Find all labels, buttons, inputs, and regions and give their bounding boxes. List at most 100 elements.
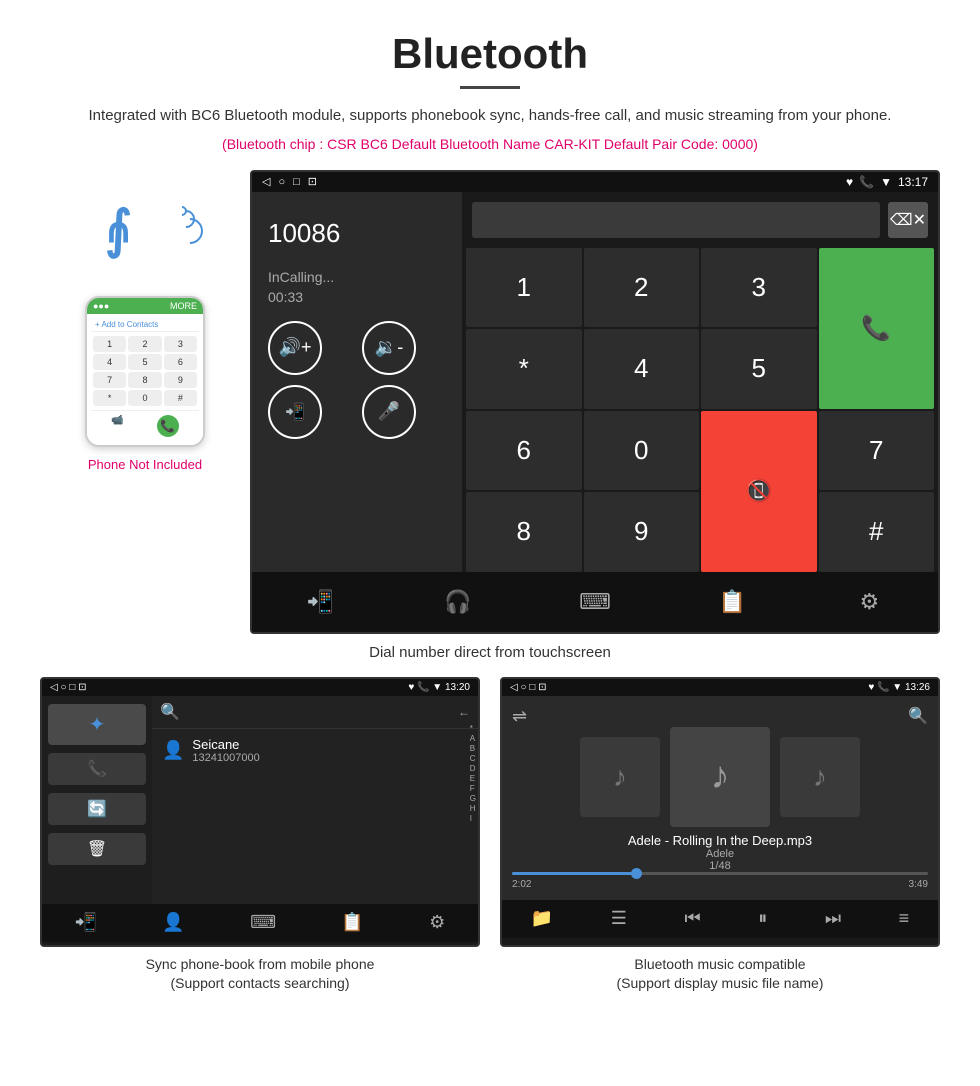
backspace-button[interactable]: ⌫✕ (888, 202, 928, 238)
music-albums: ♪ ♪ ♪ (580, 727, 860, 827)
music-bottom-bar: 📁 ☰ ⏮ ⏸ ⏭ ≡ (502, 900, 938, 938)
key-hash: # (164, 390, 197, 406)
keypad-key-3[interactable]: 3 (701, 248, 817, 328)
microphone-button[interactable]: 🎤 (362, 385, 416, 439)
key-8: 8 (128, 372, 161, 388)
music-note-prev: ♪ (613, 761, 627, 793)
pb-body: ✦ 📞 🔄 🗑 🔍 ← 👤 (42, 696, 478, 904)
bluetooth-sidebar-icon[interactable]: ✦ (48, 704, 146, 745)
pb-content: 🔍 ← 👤 Seicane 13241007000 (152, 696, 478, 904)
pb-settings-icon[interactable]: ⚙ (429, 912, 445, 933)
phone-menu-label: ●●● (93, 301, 109, 311)
pb-search-row: 🔍 ← (152, 696, 478, 729)
transfer-button[interactable]: 📲 (268, 385, 322, 439)
keypad-key-1[interactable]: 1 (466, 248, 582, 328)
call-screen-caption: Dial number direct from touchscreen (40, 644, 940, 661)
call-input-row: ⌫✕ (462, 192, 938, 248)
phone-call-button[interactable]: 📞 (157, 415, 179, 437)
pb-apps-icon[interactable]: ⌨ (250, 912, 276, 933)
pb-call-icon[interactable]: 📲 (75, 912, 97, 933)
music-time-total: 3:49 (909, 879, 928, 890)
music-status-right: ♥ 📞 ▼ 13:26 (868, 682, 930, 693)
music-title-area: Adele - Rolling In the Deep.mp3 Adele 1/… (628, 833, 812, 872)
shuffle-icon[interactable]: ⇌ (512, 706, 527, 727)
keypad-key-4[interactable]: 4 (584, 329, 700, 409)
music-eq-icon[interactable]: ≡ (899, 908, 910, 929)
keypad-key-6[interactable]: 6 (466, 411, 582, 491)
call-input-field[interactable] (472, 202, 880, 238)
call-controls: 🔊+ 🔉- 📲 🎤 (268, 321, 446, 439)
pb-bottom-bar: 📲 👤 ⌨ 📋 ⚙ (42, 904, 478, 942)
bluetooth-icon-wrapper: ⨙ (105, 200, 185, 280)
keypad-key-2[interactable]: 2 (584, 248, 700, 328)
keypad-key-9[interactable]: 9 (584, 492, 700, 572)
page-wrapper: Bluetooth Integrated with BC6 Bluetooth … (0, 0, 980, 1024)
call-bottom-bar: 📲 🎧 ⌨ 📋 ⚙ (252, 572, 938, 632)
music-folder-icon[interactable]: 📁 (531, 908, 553, 929)
keypad-key-7[interactable]: 7 (819, 411, 935, 491)
phone-not-included-label: Phone Not Included (88, 457, 202, 472)
pb-caption: Sync phone-book from mobile phone (Suppo… (40, 955, 480, 994)
signal-waves (177, 206, 203, 244)
volume-down-button[interactable]: 🔉- (362, 321, 416, 375)
music-progress-area: 2:02 3:49 (512, 872, 928, 890)
wifi-icon: ▼ (880, 175, 892, 189)
accept-call-button[interactable]: 📞 (819, 248, 935, 409)
phone-screen: + Add to Contacts 1 2 3 4 5 6 7 8 9 * 0 … (87, 314, 203, 445)
music-album-prev: ♪ (580, 737, 660, 817)
time-display: 13:17 (898, 175, 928, 189)
pb-status-right: ♥ 📞 ▼ 13:20 (408, 682, 470, 693)
key-4: 4 (93, 354, 126, 370)
pb-contacts-icon[interactable]: 👤 (162, 912, 184, 933)
music-play-pause-icon[interactable]: ⏸ (758, 908, 767, 929)
settings-icon[interactable]: ⚙ (849, 582, 889, 622)
music-playlist-icon[interactable]: ☰ (611, 908, 627, 929)
pb-contact-info: Seicane 13241007000 (192, 737, 259, 764)
phone-mockup: ●●● MORE + Add to Contacts 1 2 3 4 5 6 7… (85, 296, 205, 447)
page-title: Bluetooth (40, 30, 940, 78)
key-0: 0 (128, 390, 161, 406)
call-section: ⨙ ●●● MORE + Add to Contacts 1 2 (40, 170, 940, 634)
phone-video-icon: 📹 (111, 415, 123, 437)
bottom-screenshots: ◁ ○ □ ⊡ ♥ 📞 ▼ 13:20 ✦ 📞 🔄 🗑 🔍 (40, 677, 940, 994)
keypad-key-star[interactable]: * (466, 329, 582, 409)
contacts-icon[interactable]: 🎧 (438, 582, 478, 622)
music-search-icon[interactable]: 🔍 (908, 706, 928, 726)
end-call-button[interactable]: 📵 (701, 411, 817, 572)
pb-contact-row: 👤 Seicane 13241007000 (152, 729, 478, 772)
delete-sidebar-btn[interactable]: 🗑 (48, 833, 146, 865)
volume-up-button[interactable]: 🔊+ (268, 321, 322, 375)
pb-search-icon: 🔍 (160, 702, 180, 722)
keypad-key-8[interactable]: 8 (466, 492, 582, 572)
call-left-panel: 10086 InCalling... 00:33 🔊+ 🔉- 📲 🎤 (252, 192, 462, 572)
call-right-panel: ⌫✕ 1 2 3 📞 * 4 5 6 0 📵 7 8 (462, 192, 938, 572)
status-bar-right: ♥ 📞 ▼ 13:17 (846, 175, 928, 189)
key-star: * (93, 390, 126, 406)
call-status-text: InCalling... (268, 269, 446, 285)
key-7: 7 (93, 372, 126, 388)
phonebook-screen-wrap: ◁ ○ □ ⊡ ♥ 📞 ▼ 13:20 ✦ 📞 🔄 🗑 🔍 (40, 677, 480, 994)
call-transfer-icon[interactable]: 📲 (301, 582, 341, 622)
pb-nav-icons: ◁ ○ □ ⊡ (50, 682, 86, 693)
pb-transfer-icon[interactable]: 📋 (341, 912, 363, 933)
keypad-icon[interactable]: ⌨ (575, 582, 615, 622)
pb-alphabet-index: * A B C D E F G H I (470, 724, 476, 823)
sync-sidebar-btn[interactable]: 🔄 (48, 793, 146, 825)
phone-sidebar-btn[interactable]: 📞 (48, 753, 146, 785)
keypad-key-5[interactable]: 5 (701, 329, 817, 409)
music-prev-icon[interactable]: ⏮ (685, 908, 701, 929)
phone-sidebar: ⨙ ●●● MORE + Add to Contacts 1 2 (40, 170, 250, 472)
title-divider (460, 86, 520, 89)
keypad-key-0[interactable]: 0 (584, 411, 700, 491)
screenshot-icon: ⊡ (308, 175, 317, 188)
music-android-screen: ◁ ○ □ ⊡ ♥ 📞 ▼ 13:26 ⇌ 🔍 ♪ (500, 677, 940, 947)
phone-add-contact: + Add to Contacts (91, 318, 199, 332)
key-2: 2 (128, 336, 161, 352)
music-next-icon[interactable]: ⏭ (825, 908, 841, 929)
add-call-icon[interactable]: 📋 (712, 582, 752, 622)
key-3: 3 (164, 336, 197, 352)
music-progress-bar[interactable] (512, 872, 928, 875)
pb-sidebar: ✦ 📞 🔄 🗑 (42, 696, 152, 904)
key-5: 5 (128, 354, 161, 370)
keypad-key-hash[interactable]: # (819, 492, 935, 572)
